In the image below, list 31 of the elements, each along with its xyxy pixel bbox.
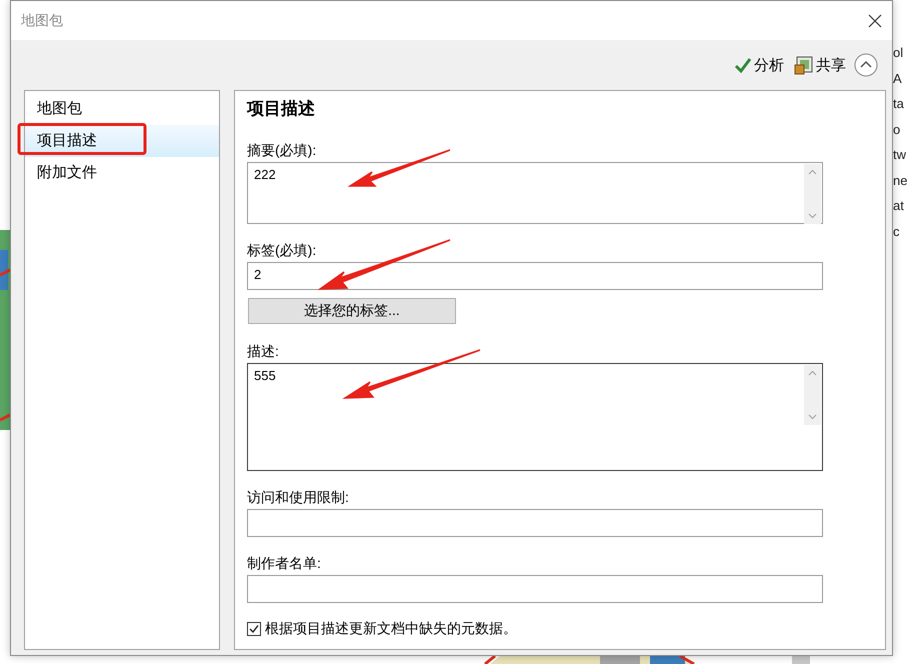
checkmark-icon	[734, 56, 752, 74]
package-icon	[794, 55, 814, 75]
scrollbar	[792, 656, 810, 664]
background-text: ne	[893, 172, 907, 190]
background-text: o	[893, 120, 902, 138]
background-text: c	[893, 222, 900, 240]
sidebar-item[interactable]: 附加文件	[25, 157, 219, 189]
choose-tags-button[interactable]: 选择您的标签...	[248, 298, 456, 324]
section-title: 项目描述	[247, 98, 316, 120]
field-label: 摘要(必填):	[247, 141, 316, 159]
window-title: 地图包	[21, 12, 63, 30]
background-text: at	[893, 197, 905, 215]
input-field[interactable]	[247, 509, 823, 537]
input-field[interactable]	[247, 575, 823, 603]
input-field[interactable]: 2	[247, 262, 823, 290]
share-button[interactable]: 共享	[792, 55, 848, 75]
background-text: ta	[893, 95, 905, 113]
checkbox[interactable]	[247, 622, 261, 636]
checkbox-label: 根据项目描述更新文档中缺失的元数据。	[265, 620, 517, 638]
analyze-button[interactable]: 分析	[732, 56, 786, 74]
field-label: 标签(必填):	[247, 241, 316, 259]
background-text: tw	[893, 146, 907, 164]
close-icon[interactable]	[868, 14, 882, 28]
field-label: 访问和使用限制:	[247, 488, 349, 506]
collapse-icon[interactable]	[854, 53, 878, 77]
field-label: 制作者名单:	[247, 554, 321, 572]
sidebar-item[interactable]: 项目描述	[25, 125, 219, 157]
background-text: ol	[893, 44, 904, 62]
field-label: 描述:	[247, 342, 279, 360]
sidebar-item[interactable]: 地图包	[25, 93, 219, 125]
background-text: A	[893, 70, 903, 88]
